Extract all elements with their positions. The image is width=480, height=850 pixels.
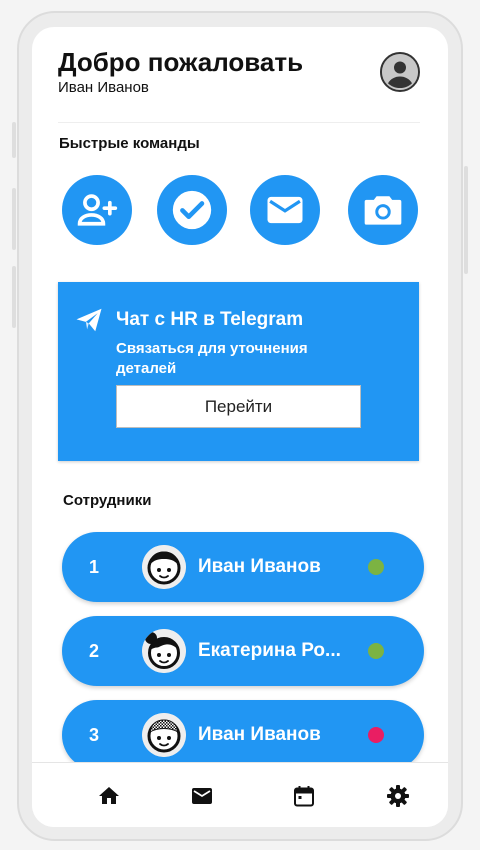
user-name: Иван Иванов — [58, 79, 149, 96]
employees-title: Сотрудники — [63, 492, 152, 509]
home-icon — [99, 787, 119, 804]
status-indicator — [368, 727, 384, 743]
avatar[interactable] — [380, 52, 420, 92]
employee-row[interactable]: 1 Иван Иванов — [62, 532, 424, 602]
phone-side-button — [12, 266, 16, 328]
app-screen: Добро пожаловать Иван Иванов Быстрые ком… — [32, 27, 448, 827]
employee-number: 1 — [89, 557, 100, 577]
quick-camera-button[interactable] — [348, 175, 418, 245]
mail-icon — [192, 788, 212, 804]
nav-calendar[interactable] — [291, 783, 317, 809]
employee-avatar — [142, 545, 186, 589]
phone-side-button — [12, 122, 16, 158]
girl-face-icon — [142, 629, 186, 673]
account-circle-icon — [382, 54, 418, 90]
bottom-navigation — [32, 762, 448, 827]
camera-icon — [364, 196, 402, 225]
employee-row[interactable]: 3 Иван Иванов — [62, 700, 424, 770]
nav-home[interactable] — [96, 783, 122, 809]
status-indicator — [368, 559, 384, 575]
quick-add-person-button[interactable] — [62, 175, 132, 245]
employee-name: Иван Иванов — [198, 556, 321, 577]
employee-avatar — [142, 629, 186, 673]
phone-side-button — [12, 188, 16, 250]
check-icon — [172, 190, 212, 230]
page-title: Добро пожаловать — [58, 47, 304, 77]
mail-icon — [267, 196, 303, 224]
settings-icon — [387, 785, 409, 807]
add-person-icon — [77, 194, 118, 226]
telegram-card-title: Чат с HR в Telegram — [116, 309, 304, 330]
header: Добро пожаловать Иван Иванов — [58, 47, 420, 123]
employee-row[interactable]: 2 Екатерина Ро... — [62, 616, 424, 686]
go-to-telegram-button[interactable]: Перейти — [116, 385, 361, 428]
quick-mail-button[interactable] — [250, 175, 320, 245]
employee-name: Екатерина Ро... — [198, 640, 341, 661]
status-indicator — [368, 643, 384, 659]
telegram-card-description: Связаться для уточнения деталей — [116, 340, 308, 377]
quick-commands-title: Быстрые команды — [59, 135, 200, 152]
phone-side-button — [464, 166, 468, 274]
boy-face-icon — [142, 545, 186, 589]
buzzcut-face-icon — [142, 713, 186, 757]
employee-avatar — [142, 713, 186, 757]
quick-check-button[interactable] — [157, 175, 227, 245]
employee-number: 3 — [89, 725, 100, 745]
employee-name: Иван Иванов — [198, 724, 321, 745]
calendar-icon — [294, 786, 314, 807]
nav-settings[interactable] — [385, 783, 411, 809]
telegram-hr-card: Чат с HR в Telegram Связаться для уточне… — [58, 282, 419, 461]
nav-mail[interactable] — [189, 783, 215, 809]
send-icon — [74, 305, 104, 340]
employee-number: 2 — [89, 641, 100, 661]
